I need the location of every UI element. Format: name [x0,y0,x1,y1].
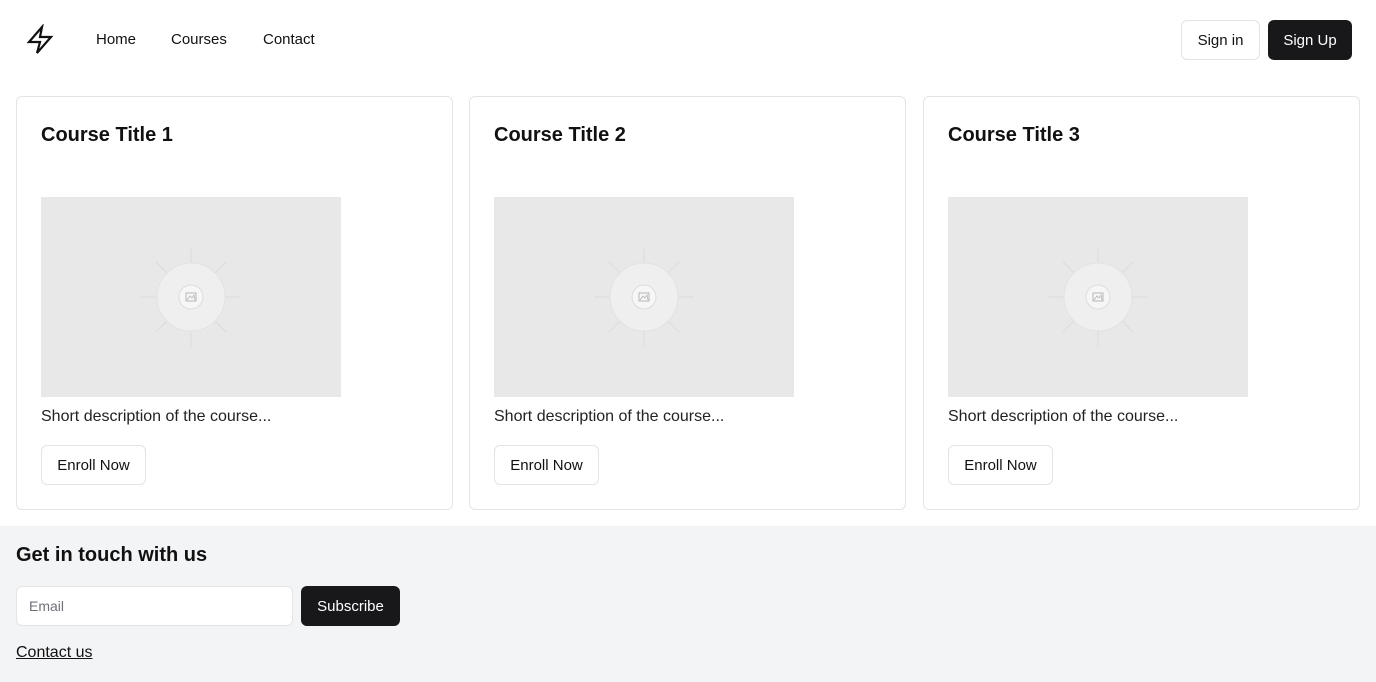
enroll-now-button[interactable]: Enroll Now [41,445,146,485]
course-image-placeholder [948,197,1248,397]
image-placeholder-icon [1048,247,1148,347]
footer-title: Get in touch with us [16,544,208,566]
course-description: Short description of the course... [948,408,1179,425]
site-footer: Get in touch with us Subscribe Contact u… [0,526,1376,682]
course-title: Course Title 2 [494,124,626,146]
nav-home-link[interactable]: Home [96,31,136,49]
image-placeholder-icon [594,247,694,347]
course-description: Short description of the course... [494,408,725,425]
nav-contact-link[interactable]: Contact [263,31,315,49]
sign-up-button[interactable]: Sign Up [1268,20,1352,60]
lightning-bolt-icon[interactable] [24,24,56,56]
image-placeholder-icon [141,247,241,347]
course-description: Short description of the course... [41,408,272,425]
course-card: Course Title 1 Short description of the … [16,96,453,510]
course-image-placeholder [41,197,341,397]
enroll-now-button[interactable]: Enroll Now [494,445,599,485]
nav-courses-link[interactable]: Courses [171,31,227,49]
course-card: Course Title 2 Short description of the … [469,96,906,510]
enroll-now-button[interactable]: Enroll Now [948,445,1053,485]
course-title: Course Title 3 [948,124,1080,146]
subscribe-button[interactable]: Subscribe [301,586,400,626]
course-title: Course Title 1 [41,124,173,146]
site-header: Home Courses Contact Sign in Sign Up [0,0,1376,80]
course-image-placeholder [494,197,794,397]
sign-in-button[interactable]: Sign in [1181,20,1260,60]
course-card: Course Title 3 Short description of the … [923,96,1360,510]
contact-us-link[interactable]: Contact us [16,644,92,662]
email-input[interactable] [16,586,293,626]
